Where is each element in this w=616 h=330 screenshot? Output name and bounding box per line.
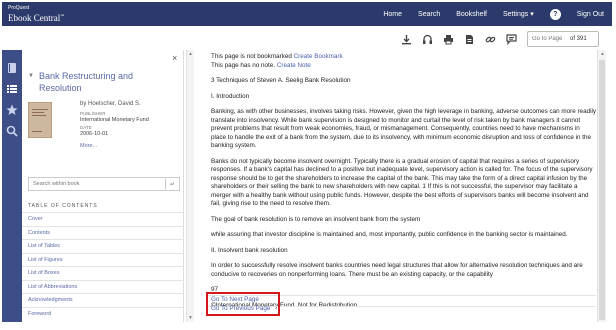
bookmark-status: This page is not bookmarked xyxy=(211,53,292,60)
scroll-up-icon[interactable]: ▲ xyxy=(188,51,193,57)
comment-icon[interactable] xyxy=(505,33,517,45)
sidebar-scrollbar[interactable]: ▲ ▼ xyxy=(186,50,194,322)
publisher-label: PUBLISHER xyxy=(80,111,106,116)
book-date: 2006-10-01 xyxy=(80,131,109,137)
top-navigation-bar: ProQuest Ebook Central™ Home Search Book… xyxy=(2,2,612,26)
section-heading-insolvent-bank-resolution: II. Insolvent bank resolution xyxy=(211,246,288,254)
search-icon[interactable] xyxy=(6,125,18,137)
book-title[interactable]: Bank Restructuring and Resolution xyxy=(39,70,159,94)
more-link[interactable]: More... xyxy=(80,143,149,150)
page-navigation-highlight: Go To Next Page Go To Previous Page xyxy=(206,292,280,316)
book-author: by Hoelscher, David S. xyxy=(80,101,141,107)
nav-search[interactable]: Search xyxy=(418,11,440,18)
pdf-icon[interactable] xyxy=(463,33,475,45)
main-nav: Home Search Bookshelf Settings ▾ ? Sign … xyxy=(383,2,604,26)
paragraph: while assuring that investor discipline … xyxy=(211,231,568,238)
toc-item-cover[interactable]: Cover xyxy=(22,212,184,226)
create-note-link[interactable]: Create Note xyxy=(277,62,311,69)
go-to-page-input[interactable] xyxy=(528,36,570,42)
note-status: This page has no note. xyxy=(211,61,276,69)
chapter-heading: 3 Techniques of Steven A. Seelig Bank Re… xyxy=(211,77,351,84)
print-icon[interactable] xyxy=(442,33,454,45)
proquest-ebook-central-logo[interactable]: ProQuest Ebook Central™ xyxy=(8,5,64,23)
toc-item-list-of-figures[interactable]: List of Figures xyxy=(22,252,184,267)
scrollbar-thumb[interactable] xyxy=(599,60,605,320)
nav-bookshelf[interactable]: Bookshelf xyxy=(456,11,487,18)
search-submit-icon[interactable]: ↵ xyxy=(165,178,179,190)
headphones-icon[interactable] xyxy=(421,33,433,45)
sidebar-icon-rail xyxy=(2,50,22,322)
paragraph: In order to successfully resolve insolve… xyxy=(211,262,583,278)
trademark-mark: ™ xyxy=(60,13,65,18)
nav-home[interactable]: Home xyxy=(383,11,402,18)
link-icon[interactable] xyxy=(484,33,496,45)
help-icon[interactable]: ? xyxy=(549,8,561,20)
page-content: This page is not bookmarked Create Bookm… xyxy=(211,53,596,317)
table-of-contents: Cover Contents List of Tables List of Fi… xyxy=(22,212,184,320)
section-heading-introduction: I. Introduction xyxy=(211,92,250,100)
total-pages: of 391 xyxy=(570,36,587,42)
bookmark-star-icon[interactable] xyxy=(6,104,18,116)
book-sidebar: × ▼ Bank Restructuring and Resolution by… xyxy=(22,50,184,322)
collapse-caret-icon[interactable]: ▼ xyxy=(28,73,34,94)
reader-toolbar xyxy=(400,30,517,48)
date-label: DATE xyxy=(80,125,92,130)
book-icon[interactable] xyxy=(6,62,18,74)
scroll-down-icon[interactable]: ▼ xyxy=(188,315,193,321)
toc-item-acknowledgments[interactable]: Acknowledgments xyxy=(22,293,184,307)
nav-settings[interactable]: Settings ▾ xyxy=(503,10,534,18)
book-cover-thumbnail[interactable] xyxy=(28,102,52,138)
toc-item-list-of-abbreviations[interactable]: List of Abbreviations xyxy=(22,279,184,294)
book-metadata: by Hoelscher, David S. PUBLISHER Interna… xyxy=(80,101,149,150)
create-bookmark-link[interactable]: Create Bookmark xyxy=(294,53,343,60)
toc-item-foreword[interactable]: Foreword xyxy=(22,306,184,321)
go-to-next-page-link[interactable]: Go To Next Page xyxy=(211,296,275,305)
toc-item-list-of-boxes[interactable]: List of Boxes xyxy=(22,266,184,280)
nav-sign-out[interactable]: Sign Out xyxy=(577,11,604,18)
content-scrollbar[interactable]: ▲ xyxy=(597,50,606,322)
book-publisher: International Monetary Fund xyxy=(80,117,149,123)
download-icon[interactable] xyxy=(400,33,412,45)
brand-name: Ebook Central xyxy=(8,13,61,23)
paragraph: The goal of bank resolution is to remove… xyxy=(211,215,421,223)
toc-item-list-of-tables[interactable]: List of Tables xyxy=(22,239,184,253)
search-within-book: ↵ xyxy=(28,177,180,191)
paragraph: Banking, as with other businesses, invol… xyxy=(211,108,597,149)
contents-list-icon[interactable] xyxy=(6,83,18,95)
search-within-book-input[interactable] xyxy=(29,181,159,187)
go-to-page-control: of 391 xyxy=(527,31,599,47)
toc-heading: TABLE OF CONTENTS xyxy=(28,203,98,209)
paragraph: Banks do not typically become insolvent … xyxy=(211,157,593,208)
close-sidebar-icon[interactable]: × xyxy=(172,53,177,63)
go-to-previous-page-link[interactable]: Go To Previous Page xyxy=(211,305,275,314)
scroll-up-icon[interactable]: ▲ xyxy=(600,51,605,57)
toc-item-contents[interactable]: Contents xyxy=(22,225,184,240)
